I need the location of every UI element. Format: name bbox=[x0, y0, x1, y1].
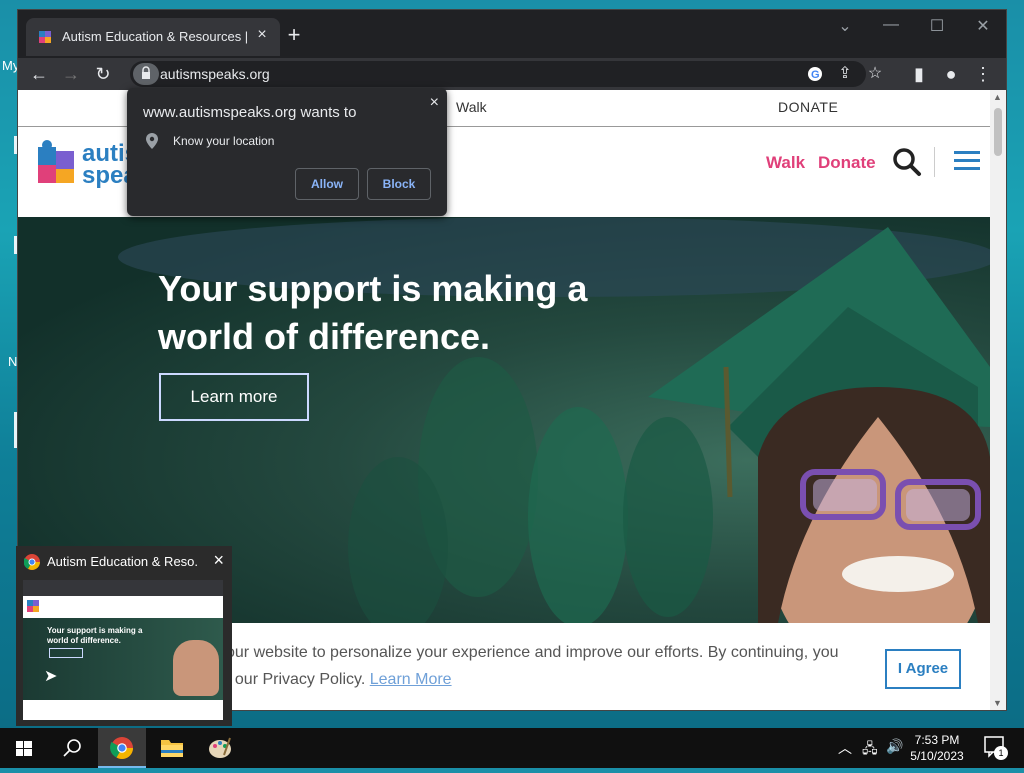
tab-title: Autism Education & Resources | bbox=[62, 29, 249, 44]
clock-date: 5/10/2023 bbox=[910, 749, 964, 763]
start-button[interactable] bbox=[0, 728, 48, 768]
preview-mini-headline: Your support is making a world of differ… bbox=[47, 626, 143, 645]
forward-icon[interactable]: → bbox=[58, 61, 84, 87]
autism-speaks-logo-icon[interactable] bbox=[36, 137, 76, 185]
new-tab-button[interactable]: + bbox=[280, 22, 308, 48]
cookie-learn-more-link[interactable]: Learn More bbox=[370, 671, 452, 688]
scrollbar-thumb[interactable] bbox=[994, 108, 1002, 156]
mouse-cursor-icon: ➤ bbox=[44, 668, 58, 685]
preview-title: Autism Education & Reso... bbox=[47, 554, 197, 569]
lock-icon[interactable] bbox=[133, 63, 159, 85]
topnav-walk-link[interactable]: Walk bbox=[456, 99, 487, 115]
folder-icon bbox=[161, 740, 183, 757]
search-taskbar-button[interactable] bbox=[48, 728, 96, 768]
system-clock[interactable]: 7:53 PM 5/10/2023 bbox=[902, 732, 972, 764]
hero-headline: Your support is making a world of differ… bbox=[158, 268, 588, 357]
paint-palette-icon bbox=[209, 737, 231, 758]
browser-toolbar: ← → ↻ autismspeaks.org G ⇪ ☆ ▮ ● ⋮ bbox=[18, 58, 1006, 90]
url-text[interactable]: autismspeaks.org bbox=[160, 66, 270, 82]
tab-search-icon[interactable]: ⌄ bbox=[822, 16, 868, 36]
desktop-icon-label[interactable]: My bbox=[2, 58, 19, 73]
header-divider bbox=[934, 147, 935, 177]
notification-count-badge: 1 bbox=[994, 746, 1008, 760]
google-icon[interactable]: G bbox=[804, 63, 826, 87]
topnav-donate-link[interactable]: DONATE bbox=[778, 99, 838, 115]
taskbar: ︿ 🖧 🔊 7:53 PM 5/10/2023 1 bbox=[0, 728, 1024, 768]
location-permission-popup: www.autismspeaks.org wants to × Know you… bbox=[127, 88, 447, 216]
maximize-button[interactable]: ☐ bbox=[914, 16, 960, 36]
puzzle-favicon-icon bbox=[39, 31, 51, 43]
cookie-text-line-2: f our Privacy Policy. bbox=[226, 671, 366, 688]
profile-icon[interactable]: ● bbox=[938, 61, 964, 87]
desktop-icon-label[interactable]: N bbox=[8, 354, 17, 369]
popup-close-icon[interactable]: × bbox=[430, 94, 439, 112]
cookie-text: our website to personalize your experien… bbox=[226, 639, 846, 693]
file-explorer-button[interactable] bbox=[148, 728, 196, 768]
location-pin-icon bbox=[146, 133, 158, 149]
i-agree-button[interactable]: I Agree bbox=[885, 649, 961, 689]
scroll-down-icon[interactable]: ▼ bbox=[993, 698, 1002, 708]
chrome-icon bbox=[110, 737, 133, 759]
block-button[interactable]: Block bbox=[367, 168, 431, 200]
tab-close-icon[interactable]: × bbox=[252, 26, 272, 44]
svg-text:G: G bbox=[811, 69, 820, 81]
chrome-icon bbox=[24, 554, 40, 570]
vertical-scrollbar[interactable]: ▲ ▼ bbox=[990, 90, 1006, 710]
volume-icon[interactable]: 🔊 bbox=[886, 738, 903, 755]
preview-close-icon[interactable]: × bbox=[213, 550, 224, 571]
reload-icon[interactable]: ↻ bbox=[90, 61, 116, 87]
header-donate-link[interactable]: Donate bbox=[818, 153, 876, 173]
windows-logo-icon bbox=[16, 741, 32, 756]
tab-strip: Autism Education & Resources | × + ⌄ — ☐… bbox=[18, 10, 1006, 58]
back-icon[interactable]: ← bbox=[26, 61, 52, 87]
hamburger-menu-icon[interactable] bbox=[954, 149, 980, 173]
header-walk-link[interactable]: Walk bbox=[766, 153, 805, 173]
menu-kebab-icon[interactable]: ⋮ bbox=[970, 61, 996, 87]
chrome-taskbar-button[interactable] bbox=[98, 728, 146, 768]
paint-taskbar-button[interactable] bbox=[196, 728, 244, 768]
side-panel-icon[interactable]: ▮ bbox=[906, 61, 932, 87]
permission-text: Know your location bbox=[173, 134, 275, 148]
search-icon bbox=[63, 739, 81, 757]
close-window-button[interactable]: ✕ bbox=[960, 16, 1006, 36]
learn-more-button[interactable]: Learn more bbox=[159, 373, 309, 421]
allow-button[interactable]: Allow bbox=[295, 168, 359, 200]
share-icon[interactable]: ⇪ bbox=[834, 63, 856, 83]
cookie-text-line-1: our website to personalize your experien… bbox=[226, 644, 839, 661]
search-icon[interactable] bbox=[892, 147, 922, 177]
clock-time: 7:53 PM bbox=[914, 733, 960, 747]
browser-tab[interactable]: Autism Education & Resources | × bbox=[26, 18, 280, 56]
popup-title: www.autismspeaks.org wants to bbox=[143, 104, 357, 121]
notifications-icon[interactable]: 1 bbox=[984, 736, 1008, 761]
network-icon[interactable]: 🖧 bbox=[862, 738, 878, 762]
preview-thumbnail: Your support is making a world of differ… bbox=[23, 580, 223, 720]
minimize-button[interactable]: — bbox=[868, 16, 914, 34]
bookmark-star-icon[interactable]: ☆ bbox=[864, 63, 886, 83]
show-hidden-icons-chevron-icon[interactable]: ︿ bbox=[838, 738, 852, 758]
scroll-up-icon[interactable]: ▲ bbox=[993, 92, 1002, 102]
taskbar-window-preview[interactable]: Autism Education & Reso... × Your suppor… bbox=[16, 546, 232, 726]
address-bar[interactable]: autismspeaks.org G ⇪ ☆ bbox=[130, 61, 882, 87]
